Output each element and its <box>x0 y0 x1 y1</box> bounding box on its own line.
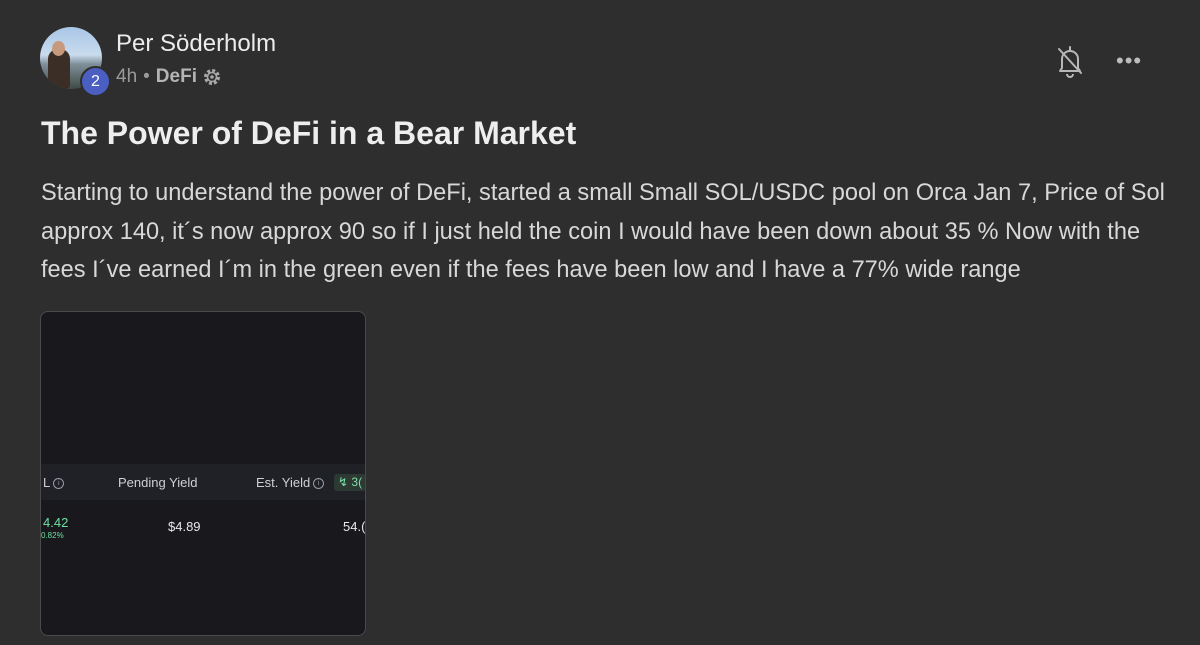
column-est-yield: Est. Yield i <box>256 475 325 490</box>
author-name[interactable]: Per Söderholm <box>116 30 276 58</box>
est-yield-value: 54.( <box>343 519 366 534</box>
period-chip: ↯ 3( <box>334 474 365 491</box>
info-icon: i <box>53 478 65 490</box>
notification-off-bell-icon[interactable] <box>1056 44 1084 78</box>
column-pending-yield: Pending Yield <box>118 475 198 490</box>
post-title[interactable]: The Power of DeFi in a Bear Market <box>41 115 576 152</box>
column-partial: Li <box>43 475 65 490</box>
pnl-value: 4.42 <box>43 515 69 530</box>
post-body: Starting to understand the power of DeFi… <box>41 180 1165 283</box>
post-time: 4h <box>116 66 138 87</box>
pending-yield-value: $4.89 <box>168 519 201 534</box>
level-badge: 2 <box>80 66 111 97</box>
trend-icon: ↯ <box>338 475 349 489</box>
info-icon: i <box>313 478 325 490</box>
community-link[interactable]: DeFi <box>156 66 197 88</box>
pnl-percent: 0.82% <box>41 531 64 540</box>
more-options-button[interactable]: ••• <box>1116 48 1142 74</box>
avatar-head <box>52 41 65 56</box>
post-image-thumbnail[interactable]: Li Pending Yield Est. Yield i ↯ 3( 4.42 0… <box>40 311 366 636</box>
gear-icon <box>202 67 222 87</box>
meta-separator: • <box>143 66 150 87</box>
yield-table-header: Li Pending Yield Est. Yield i ↯ 3( <box>41 464 365 500</box>
post-meta: 4h • DeFi <box>116 66 222 88</box>
